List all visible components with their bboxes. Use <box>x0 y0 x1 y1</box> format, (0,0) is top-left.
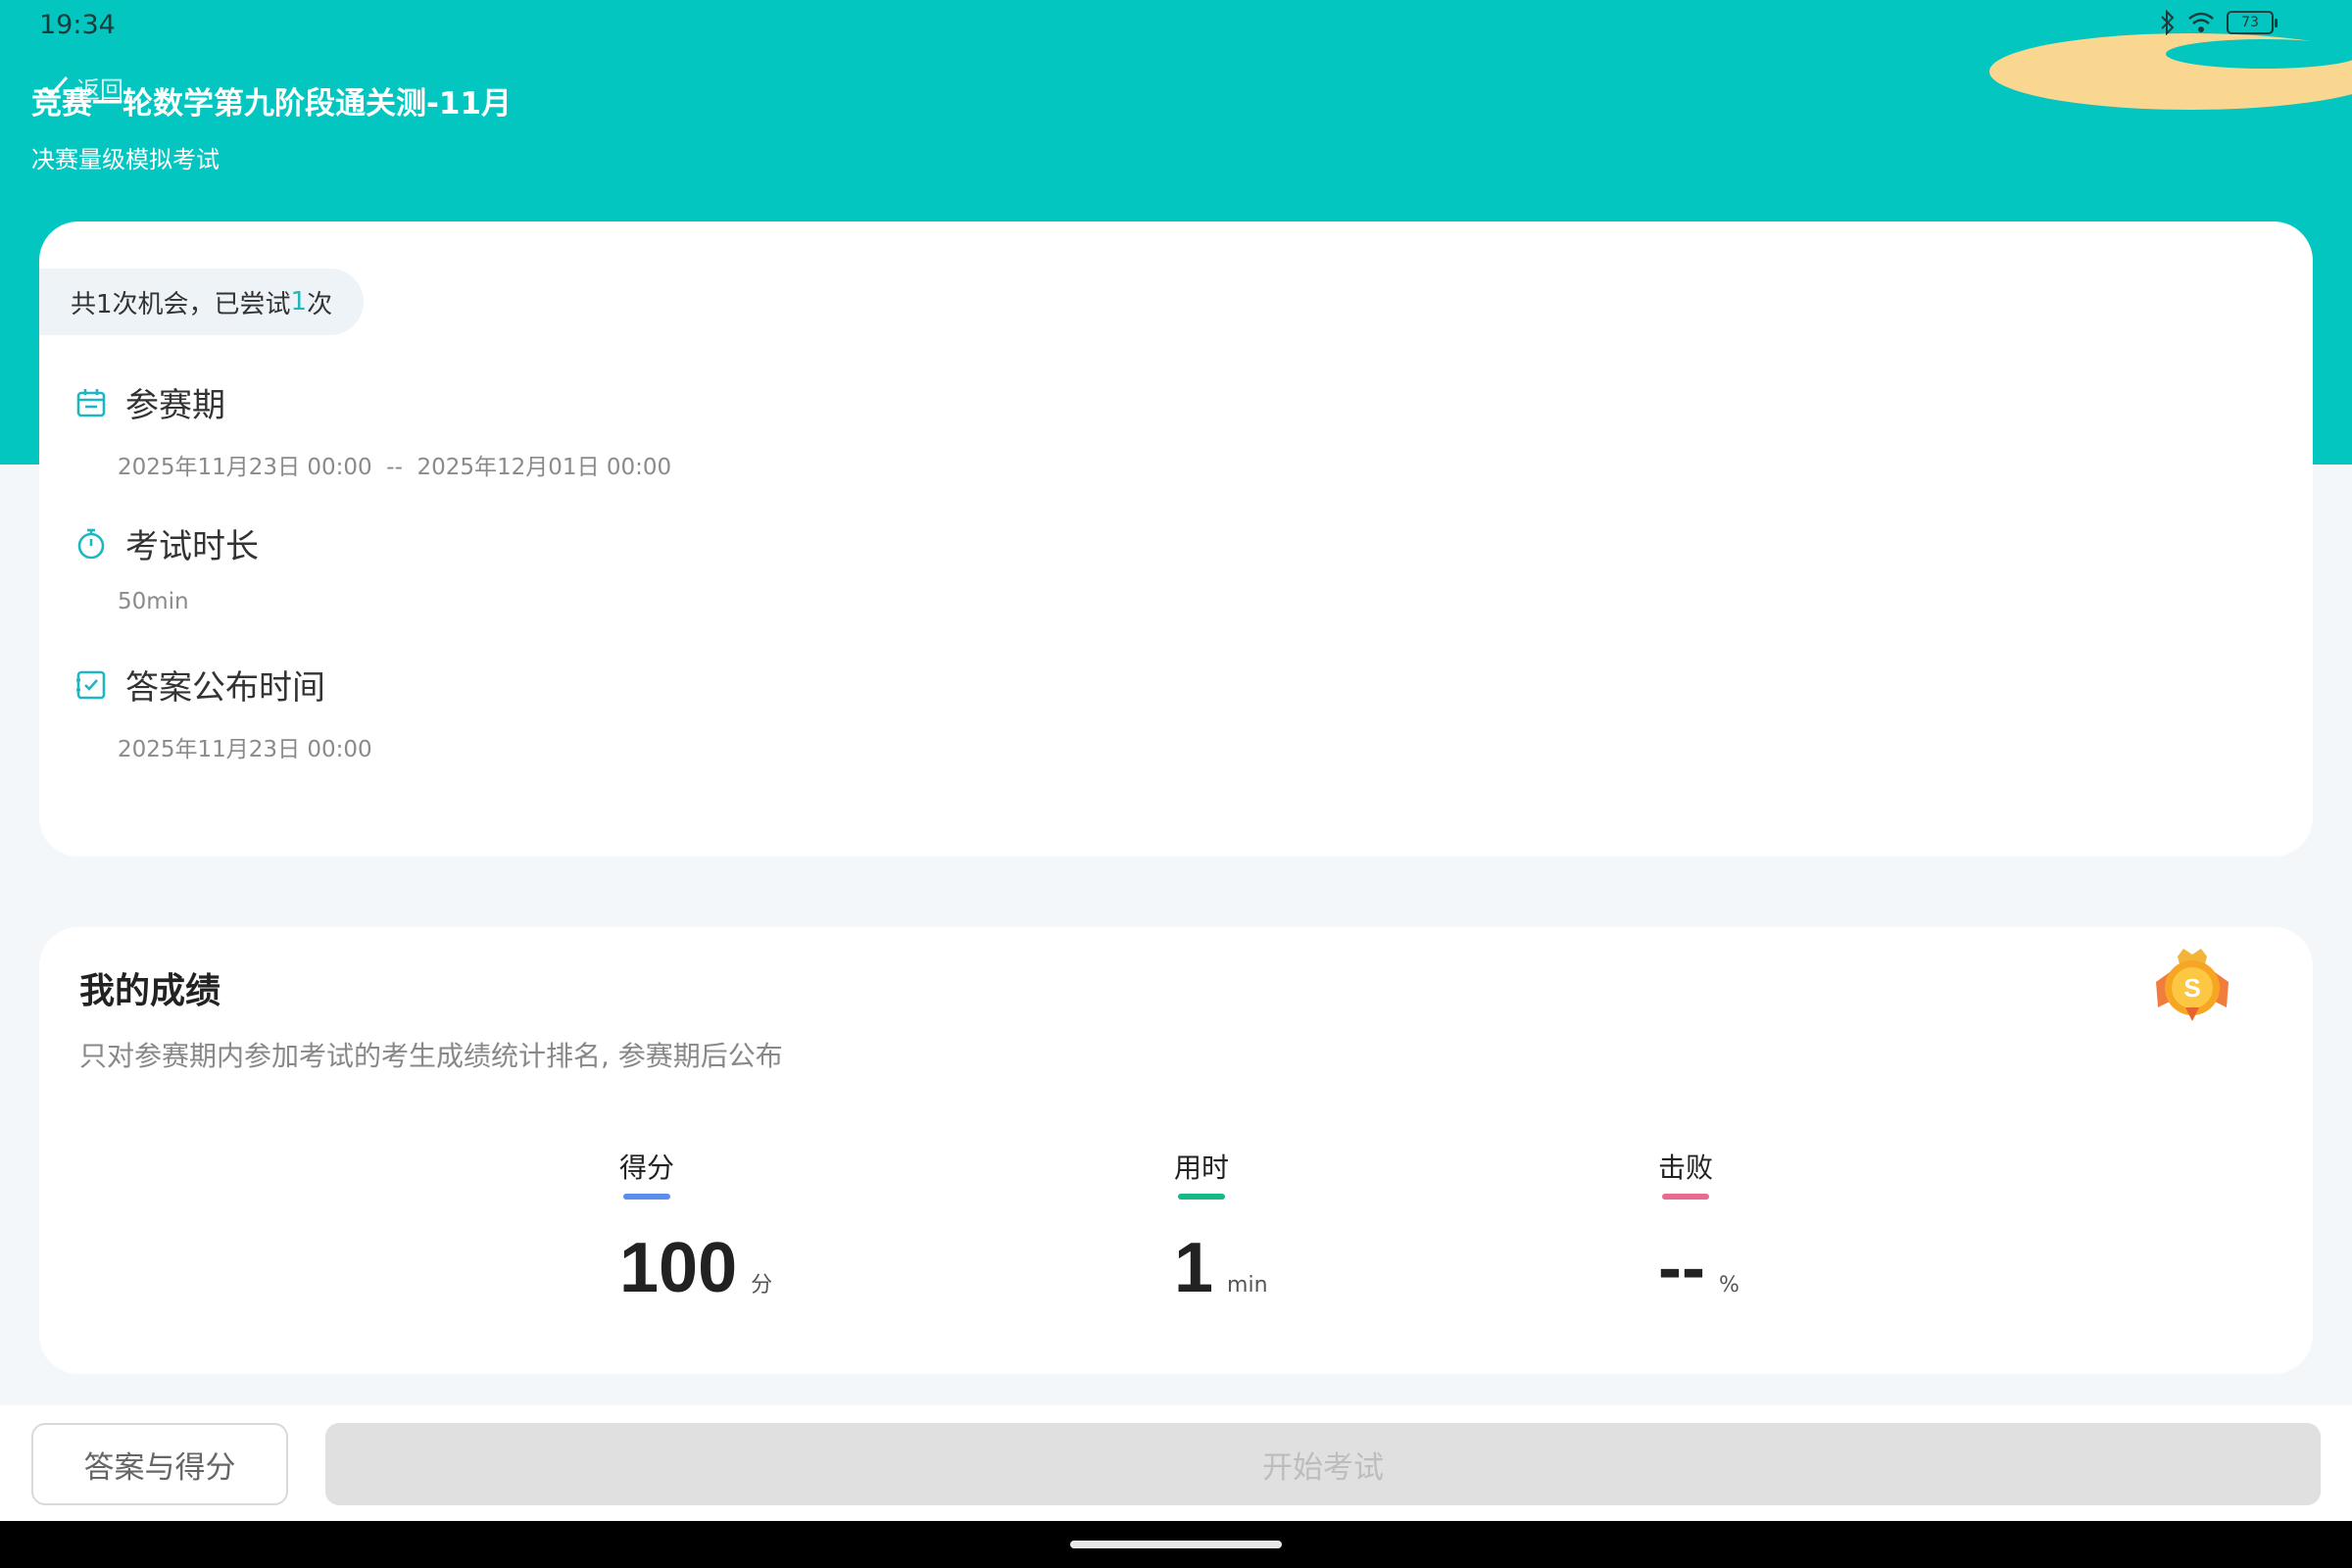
bottom-action-bar: 答案与得分 开始考试 <box>0 1405 2352 1521</box>
stat-score-underline <box>623 1194 670 1200</box>
attempts-badge: 共1次机会，已尝试 1 次 <box>39 269 365 335</box>
attempts-suffix: 次 <box>307 289 333 319</box>
stat-score-unit: 分 <box>751 1273 773 1298</box>
answers-and-score-button[interactable]: 答案与得分 <box>31 1423 288 1505</box>
status-icons: 73 <box>2160 10 2278 35</box>
stat-time-value: 1 <box>1174 1229 1214 1307</box>
status-time: 19:34 <box>39 10 116 40</box>
exam-detail-page: 19:34 73 返回 竞赛一轮数学第九阶段通关测-11月 决赛量级模拟考试 共… <box>0 0 2352 1568</box>
battery-icon: 73 <box>2227 11 2278 34</box>
exam-info-card: 共1次机会，已尝试 1 次 参赛期 2025年11月23日 00:00 -- 202… <box>39 221 2313 857</box>
start-exam-button[interactable]: 开始考试 <box>325 1423 2321 1505</box>
wifi-icon <box>2187 11 2215 34</box>
stat-time-underline <box>1178 1194 1225 1200</box>
stat-beat-unit: % <box>1718 1273 1740 1298</box>
stat-beat-underline <box>1662 1194 1709 1200</box>
answer-release-value: 2025年11月23日 00:00 <box>118 737 372 762</box>
status-bar: 19:34 73 <box>0 0 2352 47</box>
stat-beat: 击败 -- % <box>1658 1147 1740 1303</box>
attempts-prefix: 共1次机会，已尝试 <box>71 289 291 319</box>
stat-beat-label: 击败 <box>1658 1152 1714 1184</box>
period-label: 参赛期 <box>125 386 225 425</box>
stat-beat-value: -- <box>1658 1229 1705 1307</box>
answer-release-row: 答案公布时间 2025年11月23日 00:00 <box>74 661 372 763</box>
system-nav-bar <box>0 1521 2352 1568</box>
duration-label: 考试时长 <box>125 527 259 566</box>
checklist-icon <box>76 670 106 699</box>
stopwatch-icon <box>77 528 105 559</box>
period-value: 2025年11月23日 00:00 -- 2025年12月01日 00:00 <box>118 455 672 480</box>
period-row: 参赛期 2025年11月23日 00:00 -- 2025年12月01日 00:… <box>74 378 671 481</box>
duration-row: 考试时长 50min <box>74 519 259 614</box>
bluetooth-icon <box>2160 10 2176 35</box>
stat-time-label: 用时 <box>1174 1152 1230 1184</box>
page-title: 竞赛一轮数学第九阶段通关测-11月 <box>31 86 513 122</box>
stat-time: 用时 1 min <box>1174 1147 1268 1303</box>
stat-score: 得分 100 分 <box>619 1147 772 1303</box>
duration-value: 50min <box>118 589 189 614</box>
calendar-icon <box>76 388 106 416</box>
score-description: 只对参赛期内参加考试的考生成绩统计排名, 参赛期后公布 <box>79 1040 783 1072</box>
home-indicator[interactable] <box>1070 1541 1282 1548</box>
answer-release-label: 答案公布时间 <box>125 668 325 708</box>
score-title: 我的成绩 <box>79 971 221 1011</box>
medal-letter: S <box>2183 973 2200 1003</box>
page-subtitle: 决赛量级模拟考试 <box>31 146 220 173</box>
medal-icon: S <box>2156 949 2229 1021</box>
stat-score-label: 得分 <box>619 1152 675 1184</box>
stat-time-unit: min <box>1227 1273 1268 1298</box>
stat-score-value: 100 <box>619 1229 738 1307</box>
attempts-count: 1 <box>290 287 308 317</box>
my-score-card: 我的成绩 只对参赛期内参加考试的考生成绩统计排名, 参赛期后公布 S 得分 10… <box>39 927 2313 1374</box>
